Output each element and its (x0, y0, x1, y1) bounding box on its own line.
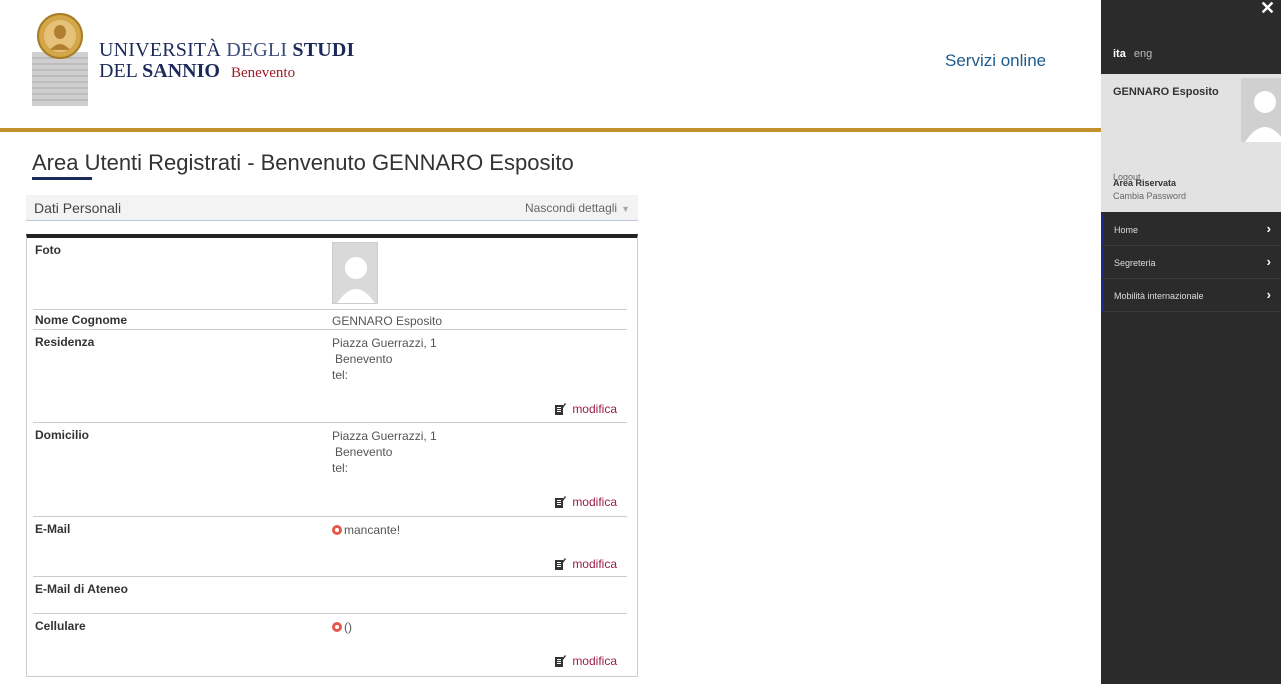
user-photo (332, 242, 378, 304)
modifica-label: modifica (572, 557, 617, 571)
cellulare-label: Cellulare (35, 619, 86, 633)
nome-cognome-value: GENNARO Esposito (332, 314, 443, 328)
side-menu: ita eng GENNARO Esposito Area Riservata L… (1101, 0, 1281, 684)
triangle-down-icon: ▼ (621, 204, 630, 214)
email-ateneo-label: E-Mail di Ateneo (35, 582, 128, 596)
site-header: UNIVERSITÀ DEGLI STUDI DEL SANNIO Beneve… (0, 0, 1101, 130)
domicilio-tel: tel: (332, 461, 349, 475)
edit-icon (555, 558, 567, 570)
modifica-residenza-button[interactable]: modifica (555, 402, 617, 416)
edit-icon (555, 655, 567, 667)
logout-link[interactable]: Logout (1113, 172, 1141, 182)
language-switcher: ita eng (1113, 48, 1152, 60)
residenza-city: Benevento (335, 352, 393, 366)
sidebar-item-segreteria[interactable]: Segreteria › (1101, 247, 1281, 279)
university-seal-icon[interactable] (32, 12, 88, 106)
close-icon[interactable]: ✕ (1260, 0, 1275, 19)
domicilio-value: Piazza Guerrazzi, 1 Benevento tel: (332, 428, 437, 476)
sidebar-item-mobilita[interactable]: Mobilità internazionale › (1101, 280, 1281, 312)
modifica-domicilio-button[interactable]: modifica (555, 495, 617, 509)
user-name: GENNARO Esposito (1113, 86, 1219, 98)
warning-icon (332, 525, 342, 535)
edit-icon (555, 403, 567, 415)
modifica-email-button[interactable]: modifica (555, 557, 617, 571)
personal-data-table: Foto Nome Cognome GENNARO Esposito Resid… (26, 234, 638, 677)
logo-word-del: DEL (99, 60, 138, 82)
title-underline (32, 177, 92, 180)
modifica-label: modifica (572, 402, 617, 416)
chevron-right-icon: › (1266, 287, 1271, 302)
toggle-label: Nascondi dettagli (525, 201, 618, 215)
row-domicilio: Domicilio Piazza Guerrazzi, 1 Benevento … (33, 423, 627, 517)
row-email: E-Mail mancante! modifica (33, 517, 627, 577)
logo-word-universita: UNIVERSITÀ (99, 39, 221, 61)
logo-word-degli: DEGLI (226, 39, 288, 61)
avatar-placeholder-icon (1241, 78, 1281, 142)
header-divider (0, 128, 1101, 132)
row-cellulare: Cellulare () modifica (33, 614, 627, 674)
residenza-value: Piazza Guerrazzi, 1 Benevento tel: (332, 335, 437, 383)
lang-ita[interactable]: ita (1113, 48, 1126, 60)
modifica-label: modifica (572, 654, 617, 668)
logo-word-studi: STUDI (292, 39, 355, 61)
dati-personali-header: Dati Personali Nascondi dettagli ▼ (26, 195, 638, 221)
residenza-address: Piazza Guerrazzi, 1 (332, 336, 437, 350)
nome-cognome-label: Nome Cognome (35, 313, 128, 327)
residenza-label: Residenza (35, 335, 95, 349)
domicilio-address: Piazza Guerrazzi, 1 (332, 429, 437, 443)
warning-icon (332, 622, 342, 632)
chevron-right-icon: › (1266, 221, 1271, 236)
servizi-online-link[interactable]: Servizi online (945, 51, 1046, 71)
section-title: Dati Personali (34, 200, 122, 216)
domicilio-label: Domicilio (35, 428, 90, 442)
sidebar-item-label: Segreteria (1114, 258, 1156, 268)
edit-icon (555, 496, 567, 508)
sidebar-item-label: Home (1114, 225, 1139, 235)
avatar (1241, 78, 1281, 142)
university-name[interactable]: UNIVERSITÀ DEGLI STUDI DEL SANNIO Beneve… (99, 40, 355, 84)
modifica-label: modifica (572, 495, 617, 509)
cellulare-text: () (344, 620, 352, 634)
avatar-placeholder-icon (333, 243, 377, 303)
cambia-password-link[interactable]: Cambia Password (1113, 191, 1186, 201)
cellulare-value: () (332, 619, 352, 635)
row-residenza: Residenza Piazza Guerrazzi, 1 Benevento … (33, 330, 627, 423)
sidebar-item-label: Mobilità internazionale (1114, 291, 1204, 301)
email-missing-text: mancante! (344, 523, 401, 537)
logo-word-sannio: SANNIO (142, 60, 220, 82)
modifica-cellulare-button[interactable]: modifica (555, 654, 617, 668)
residenza-tel: tel: (332, 368, 349, 382)
domicilio-city: Benevento (335, 445, 393, 459)
foto-label: Foto (35, 243, 61, 257)
row-nome-cognome: Nome Cognome GENNARO Esposito (33, 310, 627, 330)
chevron-right-icon: › (1266, 254, 1271, 269)
user-panel: GENNARO Esposito Area Riservata Logout C… (1101, 74, 1281, 212)
nascondi-dettagli-toggle[interactable]: Nascondi dettagli ▼ (525, 201, 630, 215)
row-foto: Foto (33, 238, 627, 310)
email-label: E-Mail (35, 522, 71, 536)
email-value: mancante! (332, 522, 400, 538)
row-email-ateneo: E-Mail di Ateneo (33, 577, 627, 614)
lang-eng[interactable]: eng (1134, 48, 1152, 60)
sidebar-item-home[interactable]: Home › (1101, 214, 1281, 246)
logo-word-benevento: Benevento (230, 65, 296, 81)
page-title: Area Utenti Registrati - Benvenuto GENNA… (32, 150, 574, 175)
